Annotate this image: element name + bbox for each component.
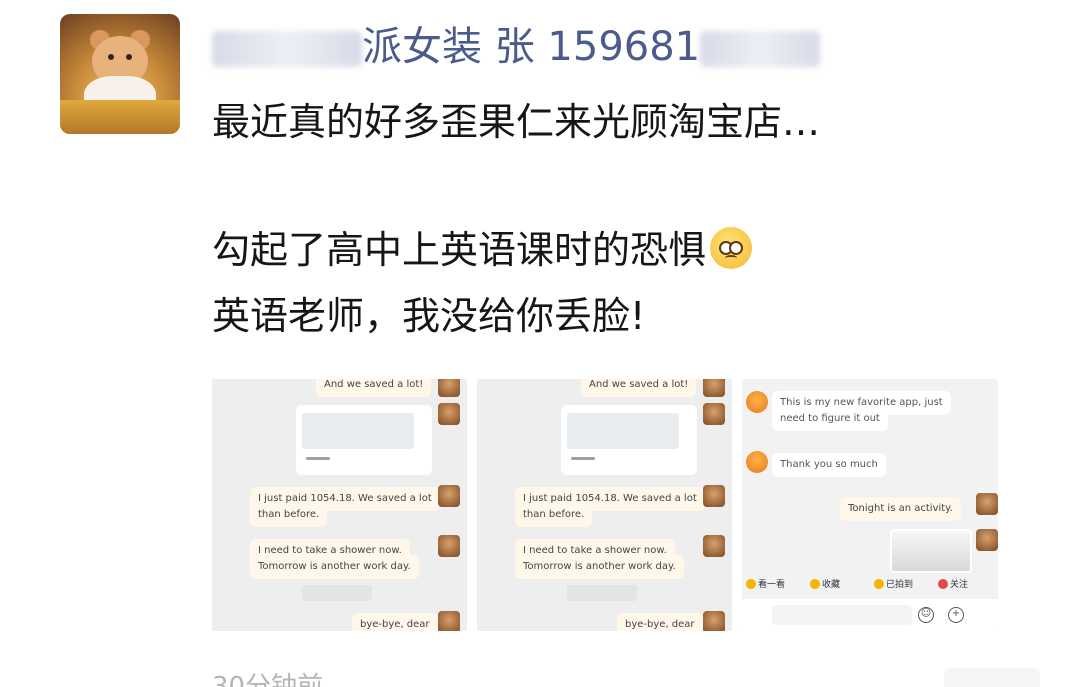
chat-bubble: And we saved a lot!: [581, 379, 697, 397]
chip[interactable]: 看一看: [746, 577, 785, 590]
chip[interactable]: 收藏: [810, 577, 840, 590]
chat-avatar: [438, 535, 460, 557]
sent-image: [890, 529, 972, 573]
emoji-icon[interactable]: ☺: [918, 607, 934, 623]
image-thumbnail-1[interactable]: And we saved a lot! I just paid 1054.18.…: [212, 379, 467, 631]
message-input[interactable]: [772, 605, 912, 625]
chat-bubble: than before.: [250, 503, 328, 527]
quoted-card-meta: [306, 457, 330, 460]
image-thumbnail-2[interactable]: And we saved a lot! I just paid 1054.18.…: [477, 379, 732, 631]
post-text-line-2: 勾起了高中上英语课时的恐惧: [212, 226, 753, 274]
woozy-face-emoji-icon: [710, 227, 753, 269]
chat-input-bar: ☺ +: [742, 599, 998, 631]
post-text-line-1: 最近真的好多歪果仁来光顾淘宝店…: [212, 100, 821, 144]
post-text-line-3: 英语老师，我没给你丢脸!: [212, 294, 646, 338]
avatar-eye-right: [126, 54, 132, 60]
quoted-card: [296, 405, 432, 475]
chat-bubble: Thank you so much: [772, 453, 886, 477]
plus-icon[interactable]: +: [948, 607, 964, 623]
blurred-name-prefix: [212, 31, 362, 67]
chat-avatar: [976, 493, 998, 515]
image-thumbnail-3[interactable]: This is my new favorite app, just need t…: [742, 379, 998, 631]
chat-avatar: [438, 403, 460, 425]
avatar-eye-left: [108, 54, 114, 60]
chip-icon: [746, 578, 756, 589]
chat-bubble: need to figure it out: [772, 407, 888, 431]
quoted-card-body: [567, 413, 679, 449]
chat-bubble: bye-bye, dear: [352, 613, 438, 631]
chat-avatar: [746, 391, 768, 413]
chat-avatar: [438, 611, 460, 631]
chat-avatar: [703, 379, 725, 397]
chat-avatar: [703, 535, 725, 557]
chat-avatar: [438, 379, 460, 397]
chat-avatar: [703, 611, 725, 631]
chat-avatar: [703, 403, 725, 425]
chat-avatar: [746, 451, 768, 473]
author-name[interactable]: 派女装 张 159681: [212, 22, 821, 72]
chat-bubble: than before.: [515, 503, 593, 527]
blurred-phone-suffix: [700, 31, 821, 67]
chat-avatar: [438, 485, 460, 507]
quoted-card: [561, 405, 697, 475]
quick-action-chips: 看一看 收藏 已拍到 关注: [742, 577, 998, 595]
chat-bubble: Tomorrow is another work day.: [515, 555, 684, 579]
chip[interactable]: 已拍到: [874, 577, 913, 590]
more-options-button[interactable]: [944, 668, 1040, 687]
chip[interactable]: 关注: [938, 577, 968, 590]
chat-bubble: And we saved a lot!: [316, 379, 432, 397]
chat-avatar: [703, 485, 725, 507]
chat-bubble: Tonight is an activity.: [840, 497, 961, 521]
post-text-line-2-text: 勾起了高中上英语课时的恐惧: [212, 228, 707, 272]
chat-avatar: [976, 529, 998, 551]
chat-bubble: bye-bye, dear: [617, 613, 703, 631]
post-timestamp: 30分钟前: [212, 672, 324, 687]
chip-icon: [874, 578, 884, 589]
author-name-text: 派女装 张 159681: [362, 24, 701, 70]
teddy-bear-avatar-icon[interactable]: [60, 14, 180, 134]
chip-icon: [810, 578, 820, 589]
avatar-gold-coins: [60, 100, 180, 134]
chat-bubble: Tomorrow is another work day.: [250, 555, 419, 579]
system-tag: [567, 585, 637, 601]
quoted-card-meta: [571, 457, 595, 460]
heart-icon: [938, 578, 948, 589]
quoted-card-body: [302, 413, 414, 449]
system-tag: [302, 585, 372, 601]
